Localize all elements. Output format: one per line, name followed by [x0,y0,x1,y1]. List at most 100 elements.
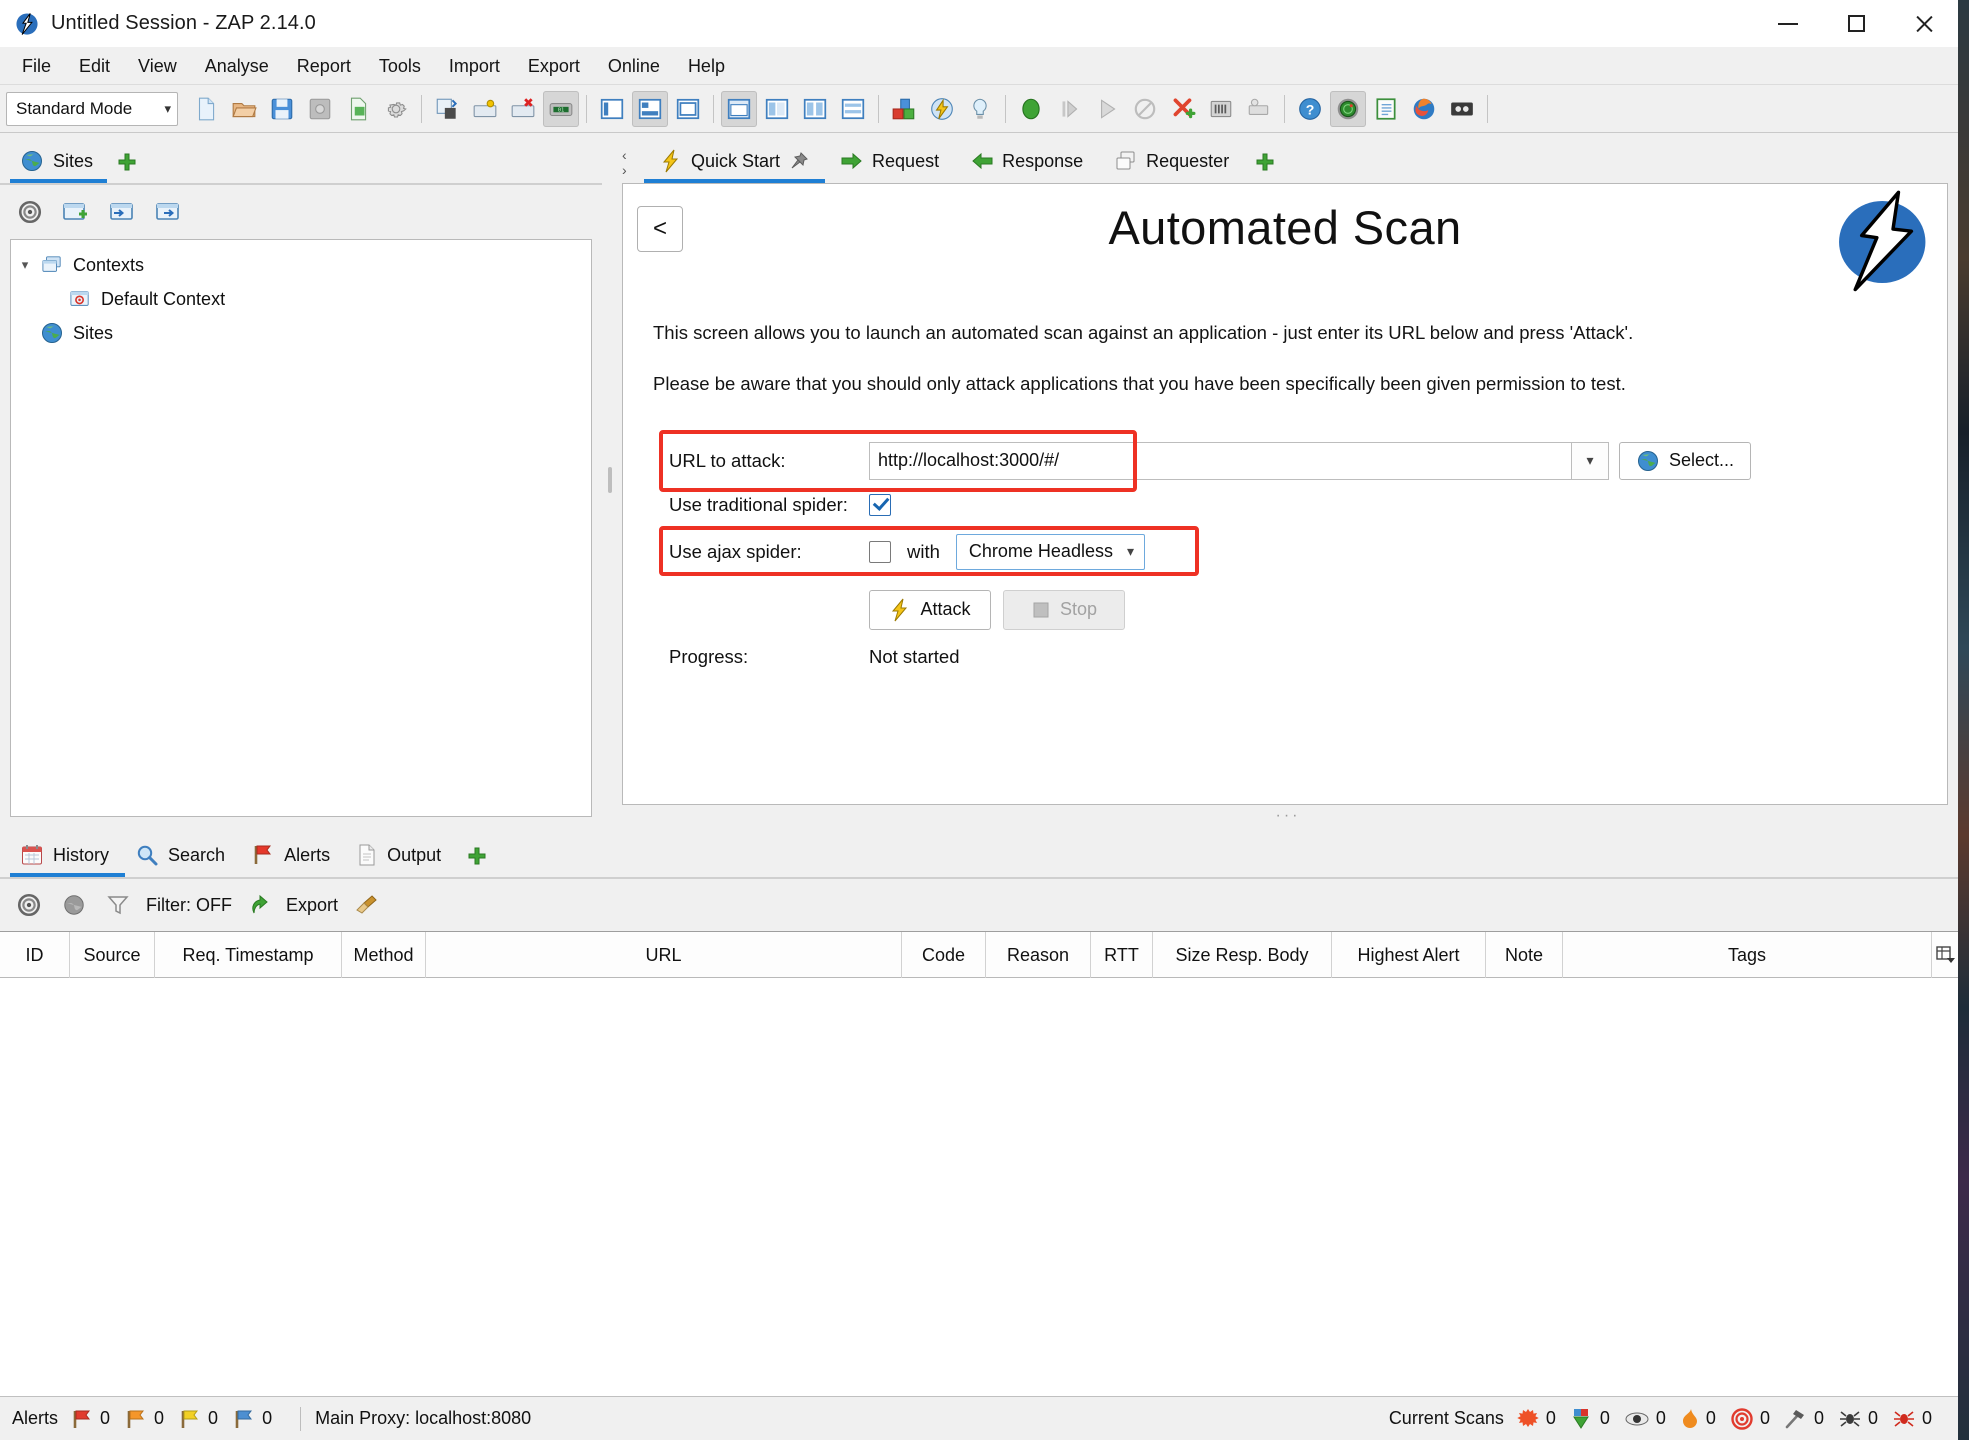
tab-response[interactable]: Response [955,139,1099,183]
column-header-highest-alert[interactable]: Highest Alert [1332,932,1486,978]
new-session-icon[interactable] [188,91,224,127]
add-sites-tab-button[interactable] [107,141,147,183]
layout-grid-icon[interactable] [721,90,757,127]
menu-help[interactable]: Help [674,51,739,81]
session-properties-icon[interactable] [340,91,376,127]
status-alert-medium[interactable]: 0 [124,1407,164,1431]
status-scan-fuzzer[interactable]: 0 [1680,1407,1716,1431]
minimize-button[interactable] [1754,0,1822,47]
column-header-id[interactable]: ID [0,932,70,978]
tab-history[interactable]: History [10,833,126,877]
drop-icon[interactable] [1127,91,1163,127]
status-scan-spider[interactable]: 0 [1838,1407,1878,1431]
traditional-spider-checkbox[interactable] [869,493,891,516]
menu-online[interactable]: Online [594,51,674,81]
tab-scroll-chevrons[interactable]: ‹ › [622,137,644,183]
url-combobox[interactable]: http://localhost:3000/#/ ▾ [869,441,1609,480]
set-break-icon[interactable]: 01 [543,90,579,127]
browser-select[interactable]: Chrome Headless ▾ [955,533,1145,570]
layout-full-icon[interactable] [594,91,630,127]
column-header-url[interactable]: URL [426,932,902,978]
column-header-rtt[interactable]: RTT [1091,932,1153,978]
column-header-tags[interactable]: Tags [1563,932,1932,978]
layout-left-icon[interactable] [759,91,795,127]
status-scan-active[interactable]: 0 [1516,1407,1556,1431]
step-icon[interactable] [1051,91,1087,127]
column-header-size-resp-body[interactable]: Size Resp. Body [1153,932,1332,978]
stop-button[interactable]: Stop [1003,589,1125,630]
save-session-icon[interactable] [264,91,300,127]
column-header-code[interactable]: Code [902,932,986,978]
snapshot-session-icon[interactable] [302,91,338,127]
tab-request[interactable]: Request [825,139,955,183]
select-button[interactable]: Select... [1619,441,1752,480]
addons-blocks-icon[interactable] [886,91,922,127]
tab-requester[interactable]: Requester [1099,139,1245,183]
menu-tools[interactable]: Tools [365,51,435,81]
continue-icon[interactable] [1089,91,1125,127]
menu-export[interactable]: Export [514,51,594,81]
maximize-button[interactable] [1822,0,1890,47]
status-scan-import[interactable]: 0 [1570,1407,1610,1431]
globe-grey-icon[interactable] [58,891,90,919]
back-button[interactable]: < [637,206,683,252]
tab-output[interactable]: Output [346,833,457,877]
pin-icon[interactable] [789,151,809,171]
menu-edit[interactable]: Edit [65,51,124,81]
export-label[interactable]: Export [286,895,338,916]
hud-controls-icon[interactable] [1203,91,1239,127]
tree-node-sites[interactable]: Sites [11,316,591,350]
column-header-reason[interactable]: Reason [986,932,1091,978]
layout-top-bottom-icon[interactable] [632,90,668,127]
broom-icon[interactable] [350,891,384,919]
layout-rows-icon[interactable] [835,91,871,127]
vertical-splitter[interactable] [602,133,618,827]
add-workspace-tab-button[interactable] [1245,141,1285,183]
url-input[interactable]: http://localhost:3000/#/ [869,441,1571,480]
chevron-down-icon[interactable]: ▾ [1571,441,1609,480]
sidebar-tab-sites[interactable]: Sites [10,139,108,183]
manage-addons-icon[interactable] [429,91,465,127]
layout-bottom-icon[interactable] [670,91,706,127]
clear-icon[interactable] [1165,91,1201,127]
status-alert-info[interactable]: 0 [232,1407,272,1431]
quick-scan-icon[interactable] [924,91,960,127]
open-session-icon[interactable] [226,91,262,127]
import-context-icon[interactable] [104,195,140,229]
options-gear-icon[interactable] [378,91,414,127]
horizontal-splitter[interactable]: ··· [618,805,1958,827]
cassette-replay-icon[interactable] [1444,91,1480,127]
tab-alerts[interactable]: Alerts [241,833,346,877]
export-context-icon[interactable] [150,195,186,229]
target-scope-icon[interactable] [12,195,48,229]
column-header-req-timestamp[interactable]: Req. Timestamp [155,932,342,978]
table-column-chooser-icon[interactable] [1932,932,1958,977]
mode-selector[interactable]: Standard Mode ▾ [6,91,178,126]
export-arrow-icon[interactable] [244,891,274,919]
tab-search[interactable]: Search [125,833,241,877]
column-header-source[interactable]: Source [70,932,155,978]
chevron-down-icon[interactable]: ▾ [11,257,39,273]
menu-file[interactable]: File [8,51,65,81]
notes-icon[interactable] [1368,91,1404,127]
status-scan-target[interactable]: 0 [1730,1407,1770,1431]
hint-bulb-icon[interactable] [962,91,998,127]
menu-view[interactable]: View [124,51,191,81]
status-alert-high[interactable]: 0 [70,1407,110,1431]
close-button[interactable] [1890,0,1958,47]
menu-analyse[interactable]: Analyse [191,51,283,81]
menu-import[interactable]: Import [435,51,514,81]
scan-policy-icon[interactable] [467,91,503,127]
tab-quick-start[interactable]: Quick Start [644,139,826,183]
target-scope-icon[interactable] [12,890,46,920]
status-scan-ajax-spider[interactable]: 0 [1892,1407,1932,1431]
ajax-spider-checkbox[interactable] [869,540,891,563]
tree-node-contexts[interactable]: ▾ Contexts [11,248,591,282]
column-header-method[interactable]: Method [342,932,426,978]
tree-node-default-context[interactable]: Default Context [11,282,591,316]
new-context-icon[interactable] [58,195,94,229]
layout-columns-icon[interactable] [797,91,833,127]
column-header-note[interactable]: Note [1486,932,1563,978]
sites-tree[interactable]: ▾ Contexts Default Context Sites [10,239,592,817]
status-scan-passive[interactable]: 0 [1624,1408,1666,1430]
